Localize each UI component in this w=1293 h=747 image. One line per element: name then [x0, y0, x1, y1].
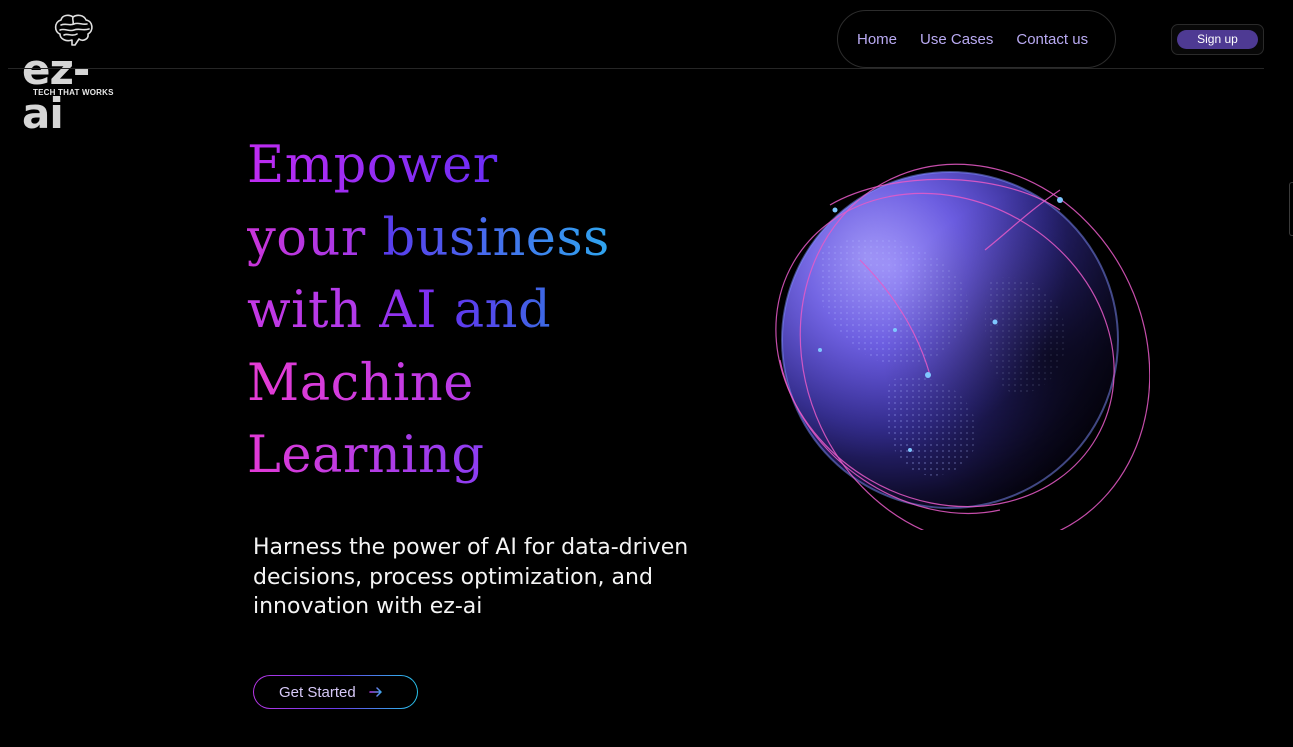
- signup-container: Sign up: [1171, 24, 1264, 55]
- hero-title-word: and: [453, 281, 552, 340]
- get-started-button[interactable]: Get Started: [253, 675, 418, 709]
- nav-link-home[interactable]: Home: [857, 31, 897, 48]
- hero-title-word: AI: [379, 281, 438, 340]
- hero-title-word: business: [382, 208, 610, 268]
- hero-title-word: with: [247, 281, 363, 340]
- hero-title: Empower your business with AI and Machin…: [247, 130, 610, 493]
- hero-title-word: Empower: [247, 136, 498, 195]
- hero-title-word: your: [247, 208, 366, 268]
- hero-title-word: Learning: [247, 426, 485, 485]
- brand-tagline: TECH THAT WORKS: [33, 88, 114, 97]
- brand-logo[interactable]: ez-ai TECH THAT WORKS: [22, 12, 126, 136]
- get-started-label: Get Started: [279, 683, 356, 701]
- main-nav: Home Use Cases Contact us: [837, 10, 1116, 68]
- scroll-edge-handle[interactable]: [1289, 182, 1293, 236]
- signup-button[interactable]: Sign up: [1177, 30, 1258, 49]
- get-started-button-inner: Get Started: [254, 676, 417, 708]
- hero-title-word: Machine: [247, 353, 474, 413]
- hero-subtitle: Harness the power of AI for data-driven …: [253, 535, 689, 619]
- arrow-right-icon: [368, 687, 382, 697]
- globe-illustration: [775, 163, 1150, 530]
- nav-link-use-cases[interactable]: Use Cases: [920, 31, 993, 48]
- header-divider: [8, 68, 1264, 69]
- nav-link-contact-us[interactable]: Contact us: [1016, 31, 1088, 48]
